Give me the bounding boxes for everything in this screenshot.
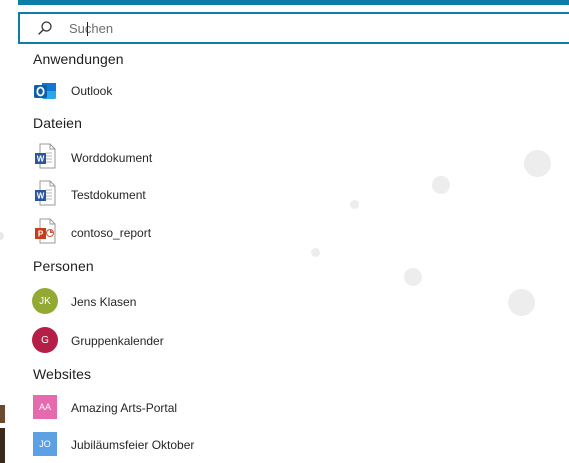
decorative-dot <box>0 232 4 240</box>
result-label: Jens Klasen <box>71 295 137 309</box>
text-caret <box>87 22 88 36</box>
avatar-initials: JK <box>32 288 58 314</box>
background-page-edge <box>0 0 18 463</box>
site-icon: AA <box>33 395 57 419</box>
search-accent-bar <box>18 0 569 5</box>
svg-text:W: W <box>37 192 45 201</box>
group-header-files: Dateien <box>33 115 82 131</box>
search-results-panel: Anwendungen Outlook Dateien W Worddokume… <box>18 46 569 463</box>
result-label: contoso_report <box>71 226 152 240</box>
search-input[interactable] <box>69 20 509 36</box>
result-item-amazing-arts-portal[interactable]: AA Amazing Arts-Portal <box>18 392 318 424</box>
result-item-outlook[interactable]: Outlook <box>18 75 318 107</box>
result-label: Amazing Arts-Portal <box>71 401 178 415</box>
result-label: Testdokument <box>71 188 146 202</box>
avatar: JK <box>32 288 58 314</box>
result-label: Jubiläumsfeier Oktober <box>71 438 195 452</box>
site-initials: JO <box>33 432 57 456</box>
result-item-jens-klasen[interactable]: JK Jens Klasen <box>18 284 318 316</box>
site-initials: AA <box>33 395 57 419</box>
powerpoint-document-icon: P <box>33 218 57 244</box>
result-item-contoso-report[interactable]: P contoso_report <box>18 216 318 248</box>
result-item-testdokument[interactable]: W Testdokument <box>18 178 318 210</box>
result-item-gruppenkalender[interactable]: G Gruppenkalender <box>18 323 318 355</box>
background-image-fragment <box>0 428 5 463</box>
site-icon: JO <box>33 432 57 456</box>
group-header-apps: Anwendungen <box>33 51 124 67</box>
group-header-people: Personen <box>33 258 94 274</box>
result-label: Worddokument <box>71 151 153 165</box>
result-label: Outlook <box>71 84 113 98</box>
avatar-initials: G <box>32 327 58 353</box>
background-image-fragment <box>0 405 5 423</box>
result-item-jubilaeumsfeier-oktober[interactable]: JO Jubiläumsfeier Oktober <box>18 429 318 461</box>
search-icon <box>36 19 54 37</box>
word-document-icon: W <box>33 143 57 169</box>
outlook-icon <box>33 79 57 103</box>
search-box[interactable] <box>18 12 569 44</box>
svg-text:P: P <box>38 230 44 239</box>
group-header-sites: Websites <box>33 366 92 382</box>
result-item-worddokument[interactable]: W Worddokument <box>18 141 318 173</box>
search-overlay-page: Anwendungen Outlook Dateien <box>0 0 569 463</box>
svg-text:W: W <box>37 155 45 164</box>
result-label: Gruppenkalender <box>71 334 164 348</box>
avatar: G <box>32 327 58 353</box>
word-document-icon: W <box>33 180 57 206</box>
